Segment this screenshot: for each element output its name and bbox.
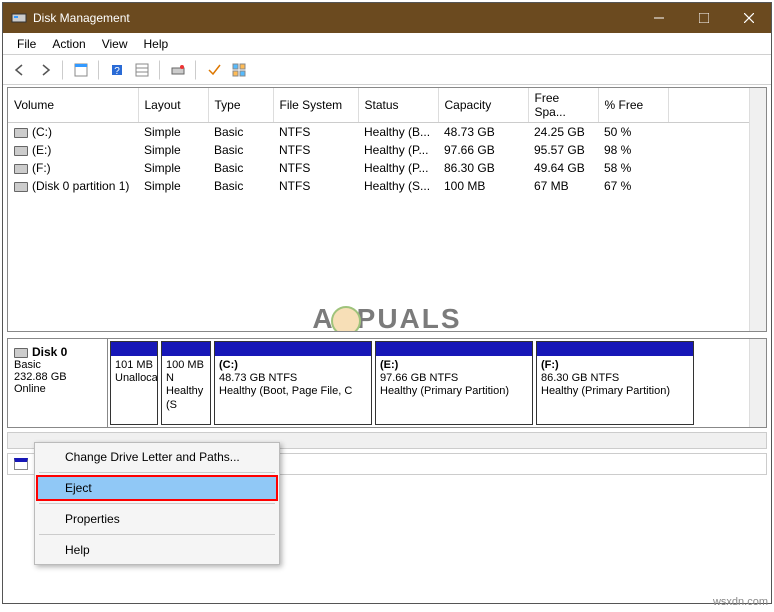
- ctx-change-letter[interactable]: Change Drive Letter and Paths...: [37, 445, 277, 469]
- toolbar-separator: [195, 60, 197, 80]
- partition-bar: [111, 342, 157, 356]
- toolbar-action-icon[interactable]: [167, 59, 189, 81]
- minimize-button[interactable]: [636, 3, 681, 33]
- ctx-help[interactable]: Help: [37, 538, 277, 562]
- disk-icon: [14, 348, 28, 358]
- ctx-properties[interactable]: Properties: [37, 507, 277, 531]
- partition-bar: [215, 342, 371, 356]
- col-layout[interactable]: Layout: [138, 88, 208, 123]
- toolbar-separator: [98, 60, 100, 80]
- partition-block[interactable]: 101 MBUnallocat: [110, 341, 158, 425]
- svg-text:?: ?: [114, 66, 120, 77]
- close-button[interactable]: [726, 3, 771, 33]
- drive-icon: [14, 164, 28, 174]
- help-icon[interactable]: ?: [106, 59, 128, 81]
- menu-separator: [39, 534, 275, 535]
- menu-file[interactable]: File: [9, 37, 44, 51]
- partition-block[interactable]: (F:)86.30 GB NTFSHealthy (Primary Partit…: [536, 341, 694, 425]
- drive-icon: [14, 128, 28, 138]
- partition-block[interactable]: (E:)97.66 GB NTFSHealthy (Primary Partit…: [375, 341, 533, 425]
- volume-table: Volume Layout Type File System Status Ca…: [8, 88, 766, 195]
- disk-size: 232.88 GB: [14, 371, 67, 383]
- menu-separator: [39, 503, 275, 504]
- scrollbar-vertical[interactable]: [749, 88, 766, 331]
- col-capacity[interactable]: Capacity: [438, 88, 528, 123]
- partition-block[interactable]: (C:)48.73 GB NTFSHealthy (Boot, Page Fil…: [214, 341, 372, 425]
- ctx-eject[interactable]: Eject: [37, 476, 277, 500]
- menu-action[interactable]: Action: [44, 37, 93, 51]
- column-headers[interactable]: Volume Layout Type File System Status Ca…: [8, 88, 766, 123]
- partition-bar: [376, 342, 532, 356]
- col-status[interactable]: Status: [358, 88, 438, 123]
- volume-list-pane[interactable]: Volume Layout Type File System Status Ca…: [7, 87, 767, 332]
- titlebar[interactable]: Disk Management: [3, 3, 771, 33]
- col-fs[interactable]: File System: [273, 88, 358, 123]
- toolbar-separator: [62, 60, 64, 80]
- table-row[interactable]: (F:)SimpleBasicNTFSHealthy (P...86.30 GB…: [8, 159, 766, 177]
- watermark-face-icon: [331, 306, 361, 332]
- menu-help[interactable]: Help: [136, 37, 177, 51]
- table-row[interactable]: (C:)SimpleBasicNTFSHealthy (B...48.73 GB…: [8, 123, 766, 142]
- toolbar-grid-icon[interactable]: [228, 59, 250, 81]
- drive-icon: [14, 146, 28, 156]
- col-volume[interactable]: Volume: [8, 88, 138, 123]
- menu-separator: [39, 472, 275, 473]
- partition-bar: [537, 342, 693, 356]
- forward-button[interactable]: [34, 59, 56, 81]
- disk-label[interactable]: Disk 0 Basic 232.88 GB Online: [8, 339, 108, 427]
- source-watermark: wsxdn.com: [713, 596, 768, 608]
- disk-type: Basic: [14, 359, 41, 371]
- menubar: File Action View Help: [3, 33, 771, 55]
- toolbar-view-icon[interactable]: [70, 59, 92, 81]
- window-title: Disk Management: [33, 11, 636, 25]
- col-type[interactable]: Type: [208, 88, 273, 123]
- back-button[interactable]: [9, 59, 31, 81]
- table-row[interactable]: (E:)SimpleBasicNTFSHealthy (P...97.66 GB…: [8, 141, 766, 159]
- toolbar-check-icon[interactable]: [203, 59, 225, 81]
- disk-state: Online: [14, 383, 46, 395]
- maximize-button[interactable]: [681, 3, 726, 33]
- graphical-view-pane[interactable]: Disk 0 Basic 232.88 GB Online 101 MBUnal…: [7, 338, 767, 428]
- table-row[interactable]: (Disk 0 partition 1)SimpleBasicNTFSHealt…: [8, 177, 766, 195]
- menu-view[interactable]: View: [94, 37, 136, 51]
- partition-bar: [162, 342, 210, 356]
- toolbar: ?: [3, 55, 771, 85]
- watermark: APUALS: [8, 303, 766, 332]
- col-free[interactable]: Free Spa...: [528, 88, 598, 123]
- disk-name: Disk 0: [32, 345, 67, 359]
- partition-block[interactable]: 100 MB NHealthy (S: [161, 341, 211, 425]
- partition-map: 101 MBUnallocat100 MB NHealthy (S(C:)48.…: [108, 339, 766, 427]
- scrollbar-vertical[interactable]: [749, 339, 766, 427]
- col-pct[interactable]: % Free: [598, 88, 668, 123]
- toolbar-list-icon[interactable]: [131, 59, 153, 81]
- app-icon: [11, 10, 27, 26]
- toolbar-separator: [159, 60, 161, 80]
- context-menu: Change Drive Letter and Paths... Eject P…: [34, 442, 280, 565]
- legend-box-icon: [14, 458, 28, 470]
- drive-icon: [14, 182, 28, 192]
